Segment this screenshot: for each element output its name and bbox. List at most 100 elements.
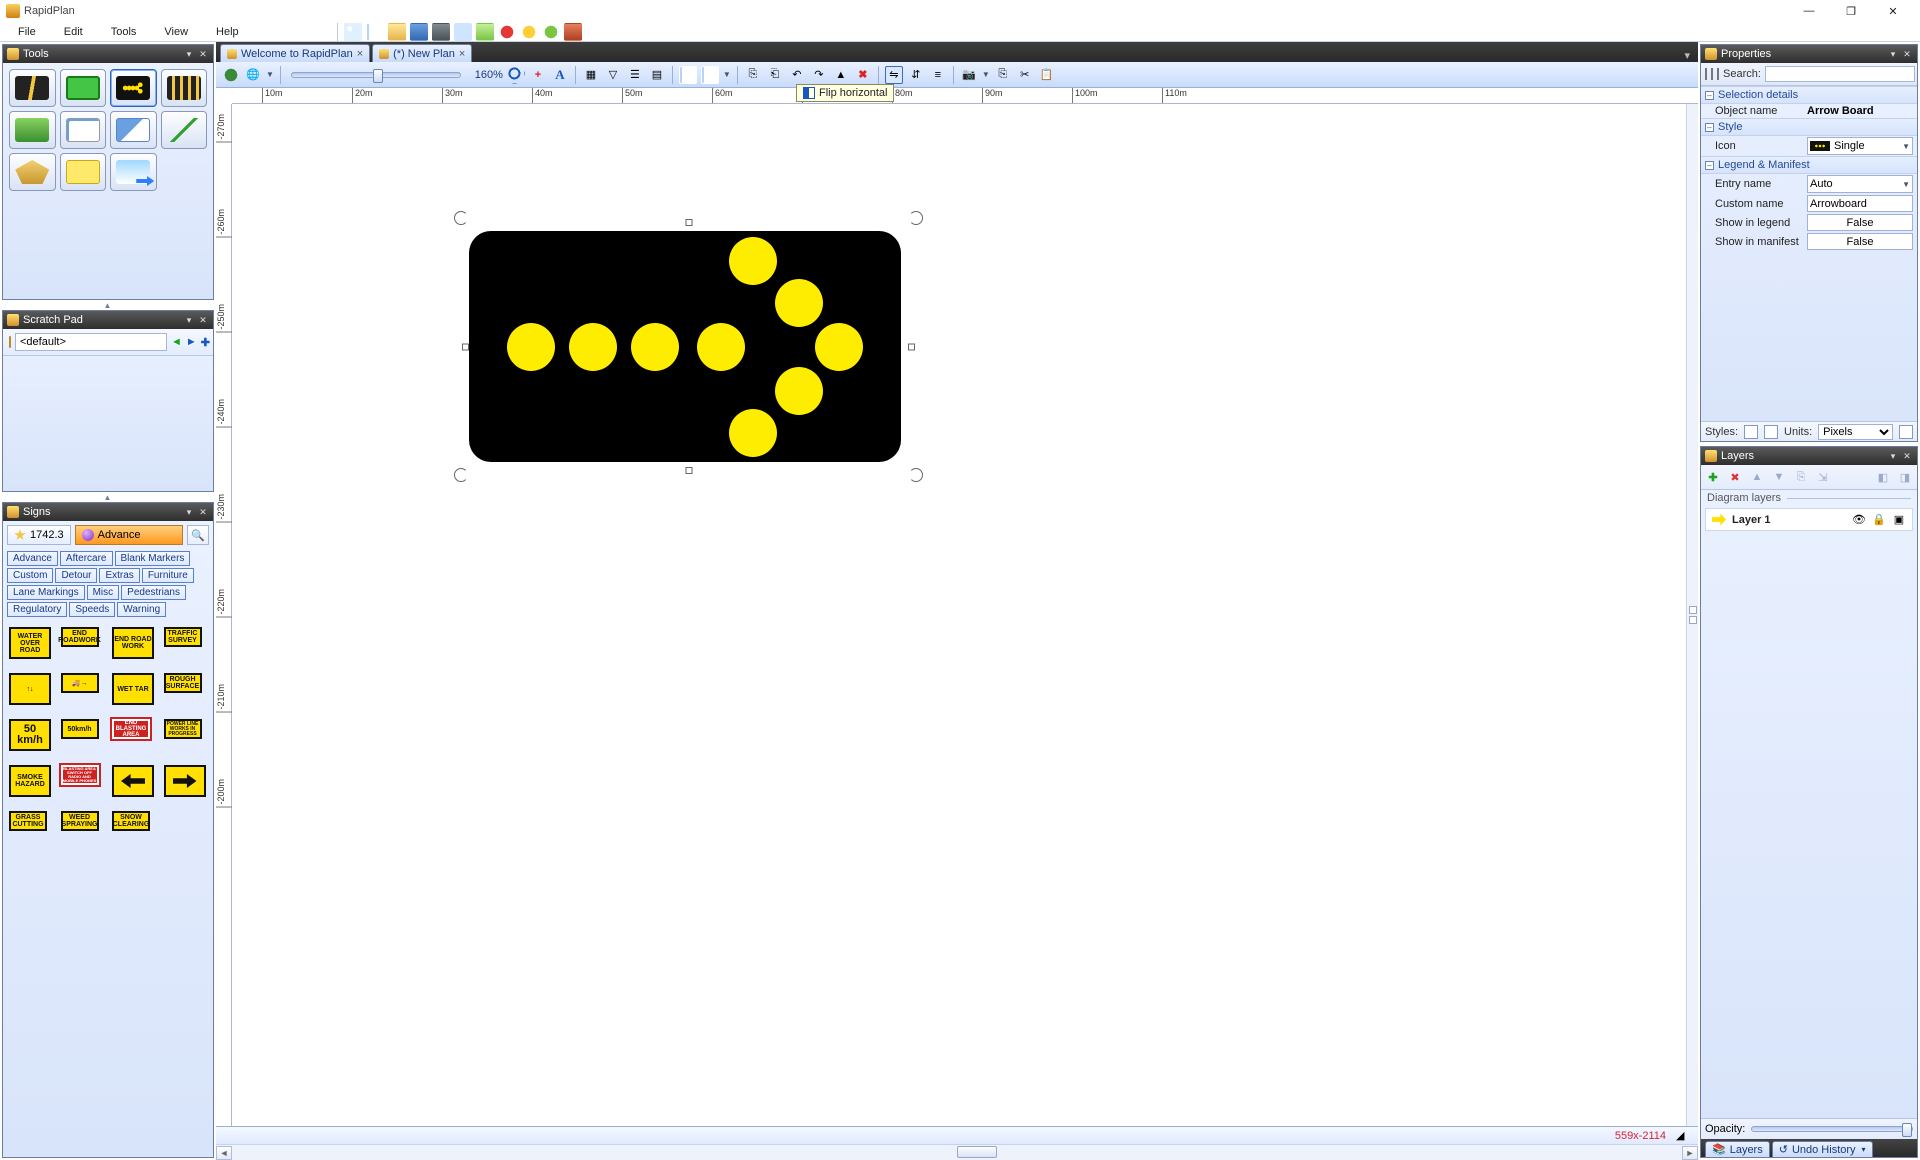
menu-help[interactable]: Help [202, 24, 253, 40]
maximize-button[interactable]: ❐ [1830, 0, 1872, 22]
layer-merge-button[interactable]: ⇲ [1815, 469, 1831, 485]
signs-dock-button[interactable]: ▾ [183, 506, 195, 518]
layer-opt1-button[interactable]: ◧ [1875, 469, 1891, 485]
rotate-ccw-button[interactable]: ↶ [788, 66, 806, 84]
sign-category-regulatory[interactable]: Regulatory [7, 602, 67, 617]
crosshair-button[interactable]: + [529, 66, 547, 84]
bottom-tab-undo[interactable]: ↺Undo History▾ [1772, 1141, 1873, 1157]
menu-edit[interactable]: Edit [50, 24, 97, 40]
section-legend[interactable]: Legend & Manifest [1718, 159, 1810, 171]
signs-standard-dropdown[interactable]: 1742.3 [7, 525, 71, 545]
signs-category-dropdown[interactable]: Advance [75, 525, 183, 545]
sign-category-extras[interactable]: Extras [99, 568, 139, 583]
layer-visible-icon[interactable]: 👁 [1852, 513, 1866, 526]
sign-item[interactable]: ↑↓ [9, 673, 51, 705]
sign-item[interactable]: SMOKE HAZARD [9, 765, 51, 797]
sign-item[interactable]: WEED SPRAYING [61, 811, 99, 831]
layer-up-button[interactable]: ▲ [1749, 469, 1765, 485]
sign-item[interactable]: SNOW CLEARING [112, 811, 150, 831]
units-extra-button[interactable] [1899, 425, 1913, 439]
entry-name-dropdown[interactable]: Auto▼ [1807, 175, 1913, 193]
sign-category-pedestrians[interactable]: Pedestrians [121, 585, 186, 600]
flip-vertical-button[interactable]: ⇵ [907, 66, 925, 84]
resize-handle-e[interactable] [908, 343, 915, 350]
sign-item[interactable]: 50 km/h [9, 719, 51, 751]
properties-search-input[interactable] [1765, 66, 1915, 82]
units-dropdown[interactable]: Pixels [1818, 424, 1893, 440]
rotate-handle-nw[interactable] [454, 211, 468, 225]
layer-add-button[interactable]: ✚ [1705, 469, 1721, 485]
section-selection[interactable]: Selection details [1718, 89, 1798, 101]
sign-item[interactable]: ROUGH SURFACE [164, 673, 202, 693]
layers-dock-button[interactable]: ▾ [1887, 450, 1899, 462]
custom-name-input[interactable] [1807, 195, 1913, 212]
rotate-cw-button[interactable]: ↷ [810, 66, 828, 84]
tabstrip-menu-button[interactable]: ▾ [1680, 49, 1694, 62]
resize-handle-n[interactable] [685, 219, 692, 226]
layer-opt2-button[interactable]: ◨ [1897, 469, 1913, 485]
page-prev-button[interactable] [679, 66, 697, 84]
exit-icon[interactable] [564, 23, 582, 41]
redo-icon[interactable] [542, 23, 560, 41]
sign-item[interactable]: 🚚→ [61, 673, 99, 693]
group-button[interactable]: ⎘ [744, 66, 762, 84]
rotate-handle-se[interactable] [909, 468, 923, 482]
prop-mode-2[interactable] [1711, 68, 1713, 80]
export-icon[interactable] [476, 23, 494, 41]
prop-mode-3[interactable] [1717, 68, 1719, 80]
layers-close-button[interactable]: ✕ [1901, 450, 1913, 462]
toggle-legend-button[interactable]: ▤ [648, 66, 666, 84]
toggle-grid-button[interactable]: ▦ [582, 66, 600, 84]
sign-item[interactable]: 50km/h [61, 719, 99, 739]
selection-box[interactable] [466, 223, 911, 470]
show-in-legend-input[interactable] [1807, 214, 1913, 231]
sign-category-custom[interactable]: Custom [7, 568, 53, 583]
icon-dropdown[interactable]: Single▼ [1807, 137, 1913, 155]
tools-dock-button[interactable]: ▾ [183, 48, 195, 60]
tab-close-icon[interactable]: × [459, 48, 465, 60]
layer-row[interactable]: Layer 1 👁 🔒 ▣ [1705, 508, 1913, 531]
resize-handle-w[interactable] [462, 343, 469, 350]
menu-view[interactable]: View [150, 24, 202, 40]
resize-handle-s[interactable] [685, 467, 692, 474]
scratch-dock-button[interactable]: ▾ [183, 314, 195, 326]
flip-horizontal-button[interactable]: ⇋ [885, 66, 903, 84]
close-plan-icon[interactable] [498, 23, 516, 41]
sign-category-furniture[interactable]: Furniture [142, 568, 194, 583]
sign-item[interactable]: WET TAR [112, 673, 154, 705]
menu-tools[interactable]: Tools [97, 24, 151, 40]
tab-welcome[interactable]: Welcome to RapidPlan× [220, 44, 370, 62]
tool-arrowboard[interactable] [110, 69, 157, 107]
sign-item[interactable]: END BLASTING AREA [112, 719, 150, 739]
tool-road[interactable] [9, 69, 56, 107]
scratch-close-button[interactable]: ✕ [197, 314, 209, 326]
sign-item[interactable]: END ROAD WORK [112, 627, 154, 659]
sign-arrow-right[interactable] [164, 765, 206, 797]
sign-category-blank-markers[interactable]: Blank Markers [115, 551, 191, 566]
sign-item[interactable]: POWER LINE WORKS IN PROGRESS [164, 719, 202, 739]
new-plan-icon[interactable] [344, 23, 362, 41]
tool-lane[interactable] [161, 69, 208, 107]
sign-item[interactable]: WATER OVER ROAD [9, 627, 51, 659]
properties-dock-button[interactable]: ▾ [1887, 48, 1899, 60]
style-swatch-2[interactable] [1764, 425, 1778, 439]
sign-item[interactable]: BLASTING AREA SWITCH OFF RADIO AND MOBIL… [61, 765, 99, 785]
sign-category-warning[interactable]: Warning [117, 602, 166, 617]
sign-category-misc[interactable]: Misc [87, 585, 120, 600]
layer-print-icon[interactable]: ▣ [1892, 513, 1906, 526]
zoom-slider[interactable] [291, 72, 461, 78]
scratch-name-input[interactable] [15, 333, 167, 351]
opacity-slider[interactable] [1751, 1126, 1913, 1132]
save-icon[interactable] [410, 23, 428, 41]
tool-workzone[interactable] [9, 111, 56, 149]
snapshot-button[interactable]: 📷 [960, 66, 978, 84]
tab-new-plan[interactable]: (*) New Plan× [372, 44, 472, 62]
paste-button[interactable]: 📋 [1038, 66, 1056, 84]
layer-lock-icon[interactable]: 🔒 [1872, 513, 1886, 526]
tool-shape[interactable] [9, 153, 56, 191]
tool-line[interactable] [161, 111, 208, 149]
style-swatch-1[interactable] [1744, 425, 1758, 439]
cut-button[interactable]: ✂ [1016, 66, 1034, 84]
sign-category-lane-markings[interactable]: Lane Markings [7, 585, 85, 600]
tools-close-button[interactable]: ✕ [197, 48, 209, 60]
